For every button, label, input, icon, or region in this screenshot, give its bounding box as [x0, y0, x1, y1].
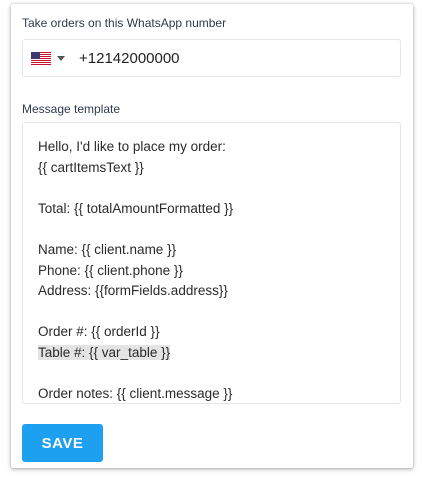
template-line-text: Order #: {{ orderId }}	[38, 324, 160, 340]
phone-number-input[interactable]	[79, 40, 379, 76]
template-line-text: Address: {{formFields.address}}	[38, 283, 228, 299]
template-line: Order #: {{ orderId }}	[38, 322, 233, 343]
template-line	[38, 302, 233, 323]
template-line-text: Name: {{ client.name }}	[38, 241, 177, 257]
template-line: Phone: {{ client.phone }}	[38, 261, 233, 282]
template-line: Hello, I'd like to place my order:	[38, 137, 233, 158]
country-selector[interactable]	[31, 40, 71, 76]
us-flag-icon	[31, 51, 51, 65]
phone-number-field	[22, 39, 401, 77]
template-line: Name: {{ client.name }}	[38, 240, 233, 261]
template-line	[38, 178, 233, 199]
template-line-text: Order notes: {{ client.message }}	[38, 386, 233, 402]
phone-number-label: Take orders on this WhatsApp number	[22, 16, 227, 30]
template-line-text: {{ cartItemsText }}	[38, 159, 144, 175]
template-line-text: Phone: {{ client.phone }}	[38, 262, 183, 278]
save-button[interactable]: SAVE	[22, 424, 103, 462]
message-template-textarea[interactable]: Hello, I'd like to place my order: {{ car…	[22, 122, 401, 404]
template-line: {{ cartItemsText }}	[38, 158, 233, 179]
template-line: Address: {{formFields.address}}	[38, 281, 233, 302]
template-line: Table #: {{ var_table }}	[38, 343, 233, 364]
template-line-text: Total: {{ totalAmountFormatted }}	[38, 200, 234, 216]
template-line: Order notes: {{ client.message }}	[38, 384, 233, 403]
template-line	[38, 219, 233, 240]
template-line: Total: {{ totalAmountFormatted }}	[38, 199, 233, 220]
message-template-content: Hello, I'd like to place my order: {{ car…	[38, 137, 233, 403]
chevron-down-icon	[57, 55, 65, 61]
whatsapp-settings-card: Take orders on this WhatsApp number Mess…	[11, 4, 413, 468]
template-line-text: Table #: {{ var_table }}	[38, 344, 171, 360]
message-template-label: Message template	[22, 102, 121, 116]
template-line-text: Hello, I'd like to place my order:	[38, 139, 226, 154]
template-line	[38, 364, 233, 385]
